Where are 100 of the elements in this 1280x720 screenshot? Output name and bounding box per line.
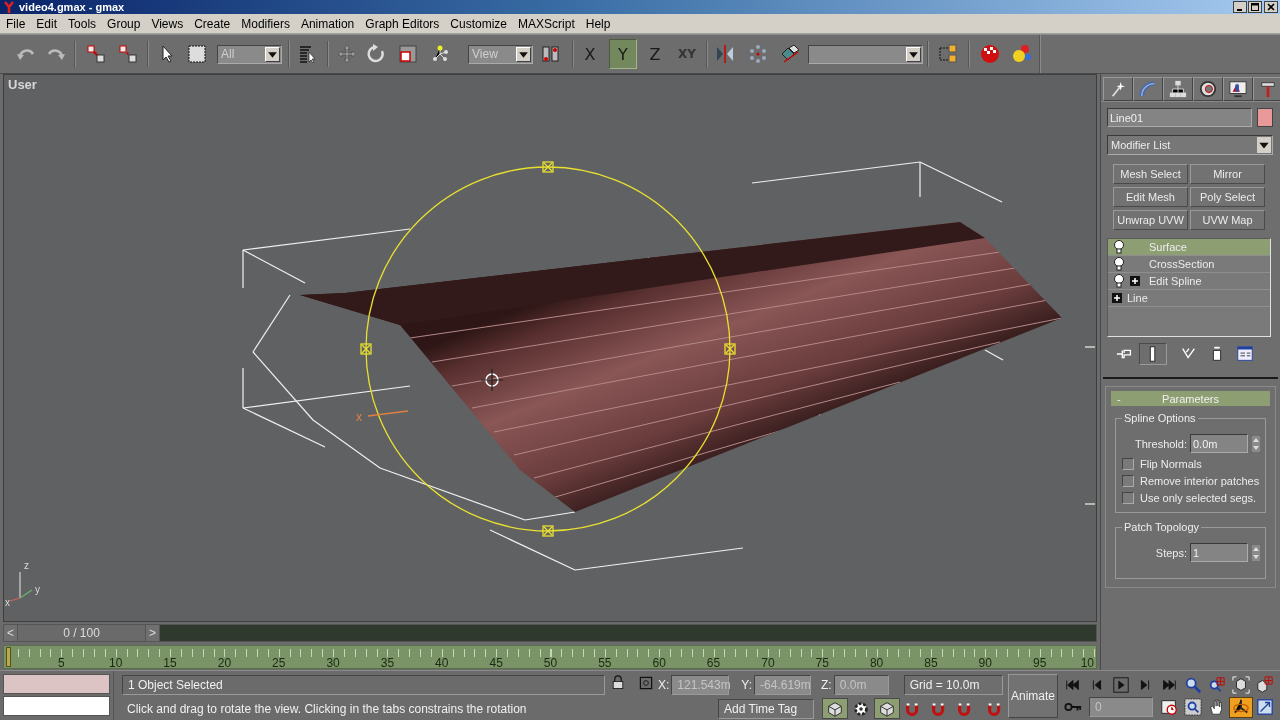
mode-toggle-button[interactable]: [874, 698, 900, 719]
object-color-swatch[interactable]: [1257, 108, 1273, 127]
cube-icon: [878, 699, 896, 718]
menu-item[interactable]: Views: [146, 16, 190, 31]
axis-constraint-button[interactable]: Z: [639, 39, 671, 69]
track-bar[interactable]: 5 10 15 20 25 30 35 40 45 50 55 60 65 70 75 80 85 90 95 10: [3, 645, 1097, 669]
steps-field[interactable]: 1: [1190, 543, 1248, 562]
menu-item[interactable]: Tools: [63, 16, 103, 31]
zoom-extents-icon: [1232, 676, 1250, 694]
select-by-name-icon[interactable]: [298, 44, 318, 64]
menu-item[interactable]: Edit: [31, 16, 64, 31]
viewport-navigation-button[interactable]: [1181, 696, 1205, 718]
frame-number: 30: [326, 656, 340, 670]
animate-button[interactable]: Animate: [1008, 674, 1058, 718]
close-button[interactable]: [1264, 1, 1278, 13]
square-icon[interactable]: [638, 675, 654, 691]
checkbox[interactable]: [1122, 492, 1134, 504]
named-selection-dropdown[interactable]: [808, 44, 923, 64]
axis-constraint-button[interactable]: XY: [671, 39, 703, 69]
listener-field[interactable]: [3, 674, 110, 694]
expand-icon[interactable]: [1112, 293, 1123, 303]
clock-icon[interactable]: [1160, 698, 1178, 716]
frame-number: 75: [815, 656, 829, 670]
mode-toggle-button[interactable]: [822, 698, 848, 719]
object-name-field[interactable]: Line01: [1107, 108, 1252, 127]
arc-icon[interactable]: [1133, 76, 1163, 101]
viewport-navigation-button[interactable]: [1229, 674, 1253, 696]
hammer-icon[interactable]: [1253, 76, 1280, 101]
threshold-field[interactable]: 0.0m: [1190, 434, 1248, 453]
modifier-button[interactable]: Edit Mesh: [1113, 187, 1188, 207]
time-tag-field[interactable]: Add Time Tag: [718, 698, 815, 719]
modifier-stack-item[interactable]: Edit Spline: [1108, 273, 1270, 290]
expand-icon[interactable]: [1130, 276, 1141, 286]
grid-spacing-field: Grid = 10.0m: [903, 674, 1003, 695]
modifier-stack-item[interactable]: CrossSection: [1108, 256, 1270, 273]
minimize-button[interactable]: [1233, 1, 1247, 13]
menu-item[interactable]: MAXScript: [513, 16, 581, 31]
hierarchy-icon[interactable]: [1163, 76, 1193, 101]
gear-icon: [852, 699, 870, 718]
coordinate-label: X:: [658, 677, 670, 692]
pivot-icon[interactable]: [541, 44, 561, 64]
monitor-icon[interactable]: [1223, 76, 1253, 101]
modifier-stack-item[interactable]: Line: [1108, 290, 1270, 307]
axis-constraint-button[interactable]: X: [576, 39, 604, 69]
modifier-stack-list[interactable]: Surface CrossSection Edit Spline Line: [1107, 238, 1271, 337]
light-bulb-icon[interactable]: [1112, 240, 1126, 254]
modifier-button[interactable]: UVW Map: [1190, 210, 1265, 230]
schematic-icon[interactable]: [938, 44, 958, 64]
scale-icon[interactable]: [398, 44, 418, 64]
previous-frame-button[interactable]: <: [4, 625, 18, 641]
link-icon[interactable]: [86, 44, 106, 64]
coordinate-system-dropdown[interactable]: View: [468, 44, 533, 64]
modifier-button[interactable]: Unwrap UVW: [1113, 210, 1188, 230]
move-icon[interactable]: [337, 44, 357, 64]
maximize-button[interactable]: [1248, 1, 1262, 13]
listener-field[interactable]: [3, 696, 110, 716]
unlink-icon[interactable]: [118, 44, 138, 64]
menu-item[interactable]: Group: [102, 16, 147, 31]
time-slider-track[interactable]: < 0 / 100 >: [3, 624, 1097, 642]
time-slider-thumb[interactable]: 0 / 100: [18, 625, 146, 641]
frame-number: 60: [652, 656, 666, 670]
stack-tool-button[interactable]: [1139, 343, 1167, 365]
menu-item[interactable]: File: [1, 16, 32, 31]
modifier-stack-item[interactable]: Surface: [1108, 239, 1270, 256]
light-bulb-icon[interactable]: [1112, 257, 1126, 271]
render-sphere-icon[interactable]: [980, 44, 1000, 64]
light-bulb-icon[interactable]: [1112, 274, 1126, 288]
menu-item[interactable]: Graph Editors: [360, 16, 446, 31]
modifier-button[interactable]: Mesh Select: [1113, 164, 1188, 184]
modifier-button[interactable]: Poly Select: [1190, 187, 1265, 207]
axis-constraint-button[interactable]: Y: [609, 39, 637, 69]
menu-item[interactable]: Modifiers: [236, 16, 296, 31]
align-icon[interactable]: [780, 44, 800, 64]
next-frame-button[interactable]: >: [146, 625, 160, 641]
material-spheres-icon[interactable]: [1012, 44, 1032, 64]
axis-label: y: [35, 584, 40, 595]
selection-rectangle-icon[interactable]: [187, 44, 207, 64]
menu-item[interactable]: Customize: [445, 16, 514, 31]
menu-item[interactable]: Help: [580, 16, 617, 31]
lock-icon[interactable]: [610, 675, 626, 691]
wheel-icon[interactable]: [1193, 76, 1223, 101]
checkbox[interactable]: [1122, 458, 1134, 470]
spinner-arrows-icon[interactable]: [1251, 543, 1261, 562]
menu-item[interactable]: Create: [189, 16, 237, 31]
modifier-button[interactable]: Mirror: [1190, 164, 1265, 184]
checkbox[interactable]: [1122, 475, 1134, 487]
selection-filter-dropdown[interactable]: All: [217, 44, 282, 64]
viewport-navigation-button[interactable]: [1229, 696, 1253, 718]
mirror-icon[interactable]: [715, 44, 735, 64]
rotate-icon[interactable]: [366, 44, 386, 64]
manipulate-icon[interactable]: [430, 44, 450, 64]
modifier-list-dropdown[interactable]: Modifier List: [1107, 135, 1273, 155]
viewport-label[interactable]: User: [8, 77, 37, 92]
menu-item[interactable]: Animation: [295, 16, 361, 31]
spinner-arrows-icon[interactable]: [1251, 434, 1261, 453]
rollout-header[interactable]: - Parameters: [1111, 391, 1270, 406]
axis-tripod-drawing: [9, 571, 33, 602]
play-icon[interactable]: [1112, 676, 1130, 694]
wand-icon[interactable]: [1103, 76, 1133, 101]
gmax-logo-icon: [3, 0, 15, 14]
